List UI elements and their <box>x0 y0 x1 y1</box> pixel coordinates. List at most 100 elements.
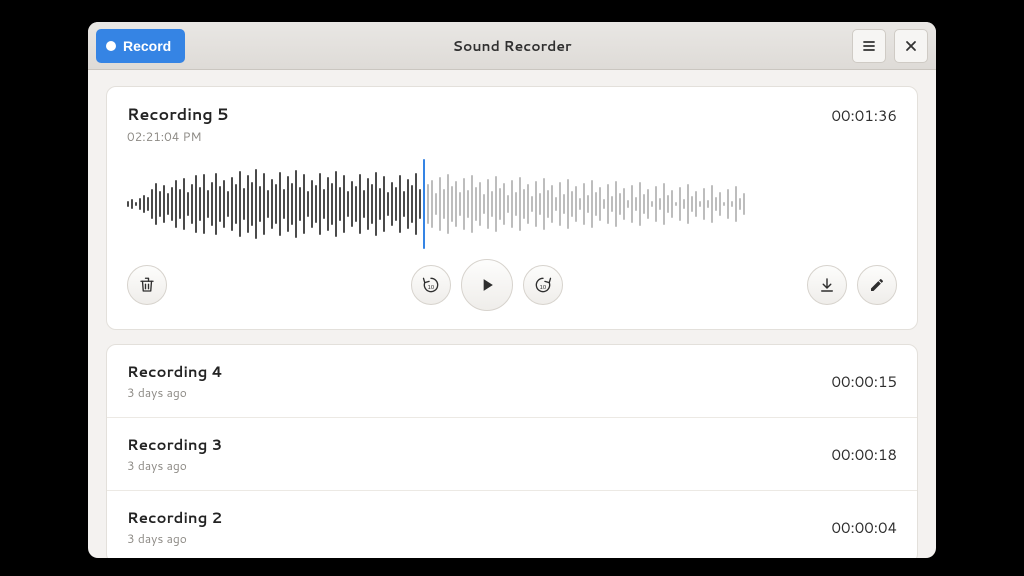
waveform-bar <box>603 199 605 209</box>
title-container: Sound Recorder <box>88 34 936 57</box>
recording-duration: 00:00:15 <box>832 371 897 392</box>
waveform-bar <box>207 190 209 218</box>
selected-recording-card: Recording 5 02:21:04 PM 00:01:36 <box>106 86 918 330</box>
waveform-bar <box>579 198 581 210</box>
waveform-bar <box>707 200 709 208</box>
waveform-bar <box>555 197 557 211</box>
waveform-bar <box>367 178 369 230</box>
waveform-bar <box>155 183 157 225</box>
waveform-bar <box>163 185 165 223</box>
waveform-bar <box>235 184 237 224</box>
waveform-bar <box>539 193 541 215</box>
recording-row[interactable]: Recording 4 3 days ago00:00:15 <box>107 345 917 418</box>
waveform-bar <box>711 185 713 223</box>
record-button[interactable]: Record <box>96 29 185 63</box>
waveform-bar <box>415 173 417 235</box>
waveform-bar <box>519 177 521 231</box>
waveform-bar <box>255 169 257 239</box>
seek-back-10-button[interactable]: 10 <box>411 265 451 305</box>
waveform-bar <box>527 184 529 224</box>
hamburger-menu-button[interactable] <box>852 29 886 63</box>
waveform-bar <box>523 189 525 219</box>
content-area: Recording 5 02:21:04 PM 00:01:36 <box>88 70 936 558</box>
waveform-bar <box>595 192 597 216</box>
close-window-button[interactable] <box>894 29 928 63</box>
waveform-bar <box>479 182 481 226</box>
waveform-bar <box>295 170 297 238</box>
waveform-bar <box>727 189 729 219</box>
waveform-bar <box>471 175 473 233</box>
waveform-bar <box>503 183 505 225</box>
waveform-bar <box>191 184 193 224</box>
selected-duration: 00:01:36 <box>832 103 897 126</box>
waveform-bar <box>179 189 181 219</box>
waveform-bar <box>239 171 241 237</box>
play-button[interactable] <box>461 259 513 311</box>
waveform-bar <box>607 184 609 224</box>
record-dot-icon <box>106 41 116 51</box>
waveform-bar <box>463 178 465 230</box>
waveform-bar <box>559 182 561 226</box>
waveform-bar <box>723 202 725 206</box>
playback-controls: 10 10 <box>127 259 897 311</box>
waveform-bar <box>139 198 141 210</box>
waveform-bar <box>275 184 277 224</box>
waveform-bar <box>427 184 429 224</box>
waveform-bar <box>535 181 537 227</box>
waveform-bar <box>591 180 593 228</box>
close-icon <box>904 39 918 53</box>
waveform-bar <box>243 188 245 220</box>
waveform-bar <box>743 193 745 215</box>
edit-icon <box>869 277 885 293</box>
waveform-bar <box>699 201 701 207</box>
waveform-bar <box>311 180 313 228</box>
waveform-bar <box>655 186 657 222</box>
waveform-bar <box>231 177 233 231</box>
waveform-bar <box>599 187 601 221</box>
waveform-bar <box>183 178 185 230</box>
waveform-bar <box>215 173 217 235</box>
waveform[interactable] <box>127 159 897 249</box>
waveform-bar <box>615 181 617 227</box>
waveform-bar <box>719 192 721 216</box>
waveform-bar <box>359 174 361 234</box>
waveform-bar <box>371 184 373 224</box>
waveform-bar <box>267 190 269 218</box>
waveform-playhead[interactable] <box>423 159 425 249</box>
selected-meta: Recording 5 02:21:04 PM <box>127 103 229 145</box>
trash-icon <box>138 276 156 294</box>
waveform-bar <box>159 191 161 217</box>
recording-row[interactable]: Recording 33 days ago00:00:18 <box>107 418 917 491</box>
recording-row[interactable]: Recording 23 days ago00:00:04 <box>107 491 917 558</box>
waveform-bar <box>531 196 533 212</box>
waveform-bar <box>419 189 421 219</box>
waveform-bar <box>663 183 665 225</box>
waveform-bar <box>171 187 173 221</box>
export-button[interactable] <box>807 265 847 305</box>
seek-forward-10-button[interactable]: 10 <box>523 265 563 305</box>
recording-title: Recording 4 <box>127 361 832 382</box>
waveform-bar <box>319 173 321 235</box>
action-group <box>807 265 897 305</box>
back-10-icon: 10 <box>421 275 441 295</box>
waveform-bar <box>495 176 497 232</box>
waveform-bar <box>383 176 385 232</box>
waveform-bar <box>547 190 549 218</box>
waveform-bar <box>695 191 697 217</box>
app-window: Record Sound Recorder Recording 5 02:21:… <box>88 22 936 558</box>
waveform-bar <box>211 182 213 226</box>
recording-subtitle: 3 days ago <box>127 384 832 401</box>
waveform-bar <box>199 187 201 221</box>
waveform-bar <box>407 179 409 229</box>
delete-button[interactable] <box>127 265 167 305</box>
waveform-bar <box>127 201 129 207</box>
waveform-bar <box>227 191 229 217</box>
recording-duration: 00:00:04 <box>832 517 897 538</box>
waveform-bar <box>483 194 485 214</box>
forward-10-icon: 10 <box>533 275 553 295</box>
selected-title: Recording 5 <box>127 103 229 126</box>
rename-button[interactable] <box>857 265 897 305</box>
waveform-bar <box>167 193 169 215</box>
transport-group: 10 10 <box>411 259 563 311</box>
waveform-bar <box>587 195 589 213</box>
